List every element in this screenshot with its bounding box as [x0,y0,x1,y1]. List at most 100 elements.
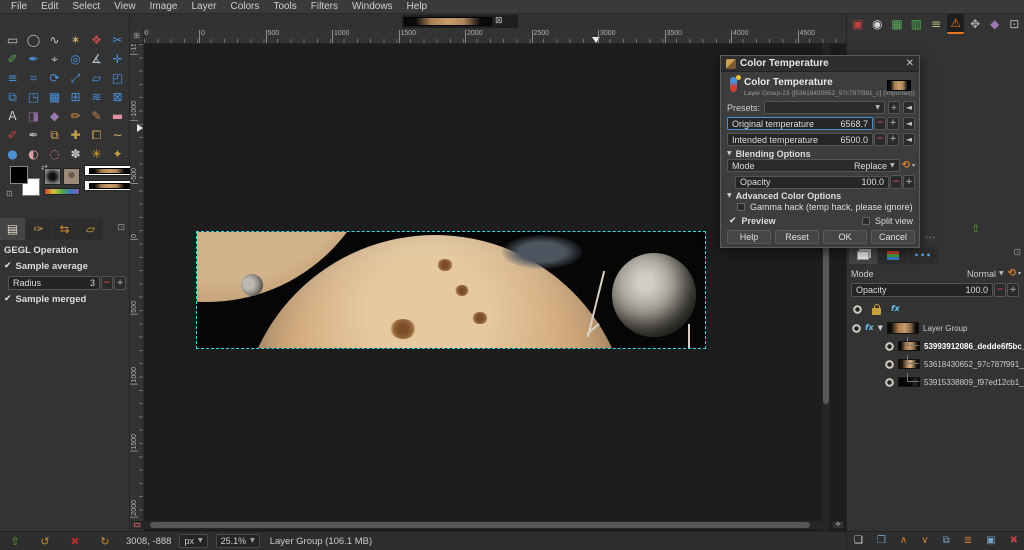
export-indicator-icon[interactable]: ⇧ [971,223,980,234]
pointer-icon[interactable]: ✥ [966,14,984,34]
tab-layers[interactable] [849,247,877,264]
preset-menu-button[interactable]: ◄ [903,101,915,114]
vertical-ruler[interactable]: -1500 -1000 -500 0 500 1000 1500 2000 [130,44,144,531]
3d-transform-tool[interactable]: ◳ [23,87,44,106]
image-tab[interactable]: ⊠ [402,15,518,28]
dialog-titlebar[interactable]: Color Temperature ✕ [721,56,919,72]
ink-tool[interactable]: ✒ [23,125,44,144]
blend-mode-reset-icon[interactable]: ⟲ [902,160,910,171]
canvas-image[interactable] [197,232,705,348]
free-select-tool[interactable]: ∿ [44,30,65,49]
preview-check-icon[interactable]: ✔ [729,216,737,226]
zoom-select[interactable]: 25.1% ▼ [215,534,260,548]
default-colors-icon[interactable]: ⊡ [6,190,13,198]
tab-paths[interactable]: ••• [909,247,937,264]
dock-configure-icon[interactable]: ⊡ [1013,249,1021,258]
select-by-color-tool[interactable]: ❖ [86,30,107,49]
menu-help[interactable]: Help [400,0,435,13]
histogram-icon[interactable]: ▥ [908,14,926,34]
perspective-clone-tool[interactable]: ⧠ [86,125,107,144]
foreground-select-tool[interactable]: ✐ [2,49,23,68]
original-temperature-slider[interactable]: Original temperature 6568.7 [727,117,873,130]
heal-tool[interactable]: ✚ [65,125,86,144]
ruler-corner-button[interactable]: ⊞ [130,28,144,44]
filters-tool[interactable]: ✳ [86,144,107,163]
layer-thumbnail[interactable] [887,322,920,334]
ellipse-select-tool[interactable]: ◯ [23,30,44,49]
add-preset-button[interactable]: + [888,101,900,114]
sample-merged-checkbox[interactable]: ✔ Sample merged [0,292,130,307]
original-temperature-reset-button[interactable]: ◄ [903,117,915,130]
align-tool[interactable]: ≡ [2,68,23,87]
advanced-color-options-expander[interactable]: ▼ Advanced Color Options [727,191,841,201]
split-view-toggle[interactable]: Split view [861,216,913,226]
presets-combo[interactable]: ▼ [764,101,885,114]
visibility-eye-icon[interactable] [885,359,894,369]
image-preview-1[interactable] [84,165,134,176]
menu-edit[interactable]: Edit [34,0,65,13]
images-tab[interactable]: ▱ [78,218,103,240]
blend-mode-combo[interactable]: Mode Replace ▼ [727,159,900,172]
rectangle-select-tool[interactable]: ▭ [2,30,23,49]
scale-tool[interactable]: ⤢ [65,68,86,87]
airbrush-tool[interactable]: ✐ [2,125,23,144]
intended-temperature-slider[interactable]: Intended temperature 6500.0 [727,133,873,146]
effects-column-icon[interactable]: fx [891,305,900,313]
device-status-icon[interactable]: ◉ [869,14,887,34]
visibility-eye-icon[interactable] [885,341,894,351]
gegl-operation-tool[interactable]: ✦ [107,144,128,163]
menu-layer[interactable]: Layer [184,0,223,13]
dodge-burn-tool[interactable]: ◐ [23,144,44,163]
undo-history-tab[interactable]: ⇆ [52,218,77,240]
scissors-select-tool[interactable]: ✂ [107,30,128,49]
undo-icon[interactable]: ↺ [30,536,60,547]
dialog-opacity-slider[interactable]: Opacity 100.0 [735,175,889,189]
image-preview-2[interactable] [84,180,134,191]
blur-sharpen-tool[interactable]: ● [2,144,23,163]
lock-column-icon[interactable] [872,303,881,315]
paths-tool[interactable]: ✒ [23,49,44,68]
quick-mask-button[interactable] [131,521,143,529]
visibility-eye-icon[interactable] [885,377,894,387]
horizontal-ruler[interactable]: -500 0 500 1000 1500 2000 2500 3000 3500 4000 4500 [144,28,846,44]
visibility-eye-icon[interactable] [852,323,861,333]
radius-increase-button[interactable]: + [114,276,126,290]
brush-preview[interactable] [44,168,61,185]
flip-tool[interactable]: ⊠ [107,87,128,106]
mypaint-brush-tool[interactable]: ◌ [44,144,65,163]
measure-tool[interactable]: ∡ [86,49,107,68]
layer-fx-icon[interactable]: fx [865,324,874,332]
horizontal-scrollbar-thumb[interactable] [150,522,810,528]
paint-select-tool[interactable]: ✽ [65,144,86,163]
new-group-button[interactable]: ❒ [877,536,886,546]
gradient-preview[interactable] [44,188,80,195]
blending-options-expander[interactable]: ▼ Blending Options [727,149,811,159]
unit-select[interactable]: px ▼ [179,534,208,548]
buffers-icon[interactable]: ≡ [927,14,945,34]
dialog-opacity-increase-button[interactable]: + [903,175,915,189]
gamma-hack-row[interactable]: Gamma hack (temp hack, please ignore) [737,202,913,212]
intended-temperature-decrease-button[interactable]: − [874,133,886,146]
text-tool[interactable]: A [2,106,23,125]
zoom-tool[interactable]: ◎ [65,49,86,68]
raise-layer-button[interactable]: ∧ [900,536,907,546]
handle-transform-tool[interactable]: ▦ [44,87,65,106]
layer-row[interactable]: 53618430652_97c787f991_c.jpg [847,355,1024,373]
foreground-color-swatch[interactable] [10,166,28,184]
crop-tool[interactable]: ⌗ [23,68,44,87]
shear-tool[interactable]: ▱ [86,68,107,87]
cancel-icon[interactable]: ✖ [60,536,90,547]
redo-icon[interactable]: ↻ [90,536,120,547]
dock-configure-icon[interactable]: ⊡ [117,224,125,233]
selection-editor-icon[interactable]: ▣ [849,14,867,34]
menu-file[interactable]: File [4,0,34,13]
close-icon[interactable]: ✕ [906,58,914,69]
dock-handle-icon[interactable]: … [925,231,935,241]
menu-filters[interactable]: Filters [304,0,345,13]
palette-icon[interactable]: ▦ [888,14,906,34]
menu-image[interactable]: Image [143,0,185,13]
tool-preset-icon[interactable]: ◆ [986,14,1004,34]
smudge-tool[interactable]: ∼ [107,125,128,144]
original-temperature-decrease-button[interactable]: − [874,117,886,130]
paintbrush-tool[interactable]: ✎ [86,106,107,125]
